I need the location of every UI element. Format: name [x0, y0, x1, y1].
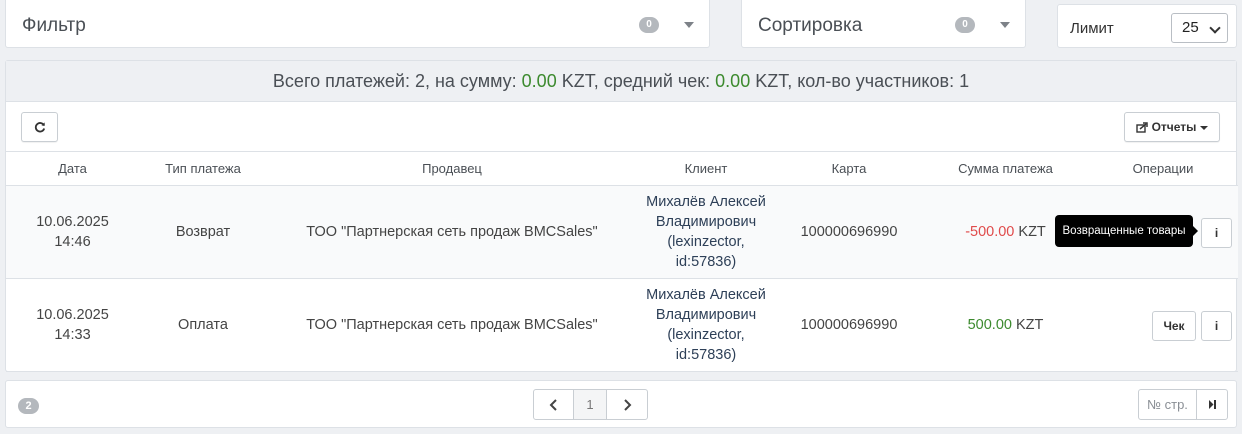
filter-panel[interactable]: Фильтр 0	[5, 0, 710, 48]
client-name: Владимирович	[655, 306, 757, 323]
cell-amount: 500.00 KZT	[923, 278, 1088, 372]
cell-date: 10.06.2025 14:33	[6, 278, 139, 372]
reports-label: Отчеты	[1151, 120, 1197, 134]
cell-client[interactable]: Михалёв Алексей Владимирович (lexinzector,…	[637, 185, 775, 279]
pager: 1	[533, 389, 648, 420]
returned-goods-tooltip: Возвращенные товары	[1055, 215, 1198, 247]
chevron-down-icon[interactable]	[684, 22, 694, 28]
column-header-seller[interactable]: Продавец	[267, 152, 637, 186]
limit-value: 25	[1182, 19, 1199, 36]
table-header-row: Дата Тип платежа Продавец Клиент Карта С…	[6, 152, 1238, 186]
column-header-operations: Операции	[1088, 152, 1238, 186]
caret-down-icon	[1199, 125, 1208, 130]
limit-select[interactable]: 25	[1171, 13, 1228, 43]
last-page-icon	[1209, 400, 1216, 409]
info-icon: i	[1214, 318, 1219, 333]
tooltip-arrow	[1193, 226, 1198, 236]
client-id: id:57836)	[675, 253, 737, 270]
cell-type: Оплата	[139, 278, 267, 372]
check-button[interactable]: Чек	[1152, 310, 1196, 341]
payments-table: Дата Тип платежа Продавец Клиент Карта С…	[6, 152, 1238, 372]
filter-title: Фильтр	[22, 15, 86, 36]
cell-seller: ТОО "Партнерская сеть продаж BMCSales"	[267, 278, 637, 372]
amount-value: -500.00	[965, 223, 1015, 240]
sort-title: Сортировка	[758, 15, 863, 36]
summary-text: KZT, средний чек:	[556, 71, 716, 91]
info-icon: i	[1214, 225, 1219, 240]
toolbar: Отчеты	[6, 102, 1236, 152]
cell-client[interactable]: Михалёв Алексей Владимирович (lexinzector,…	[637, 278, 775, 372]
date-text: 10.06.2025	[36, 213, 109, 230]
share-icon	[1136, 122, 1148, 134]
cell-type: Возврат	[139, 185, 267, 279]
filter-count-badge: 0	[639, 17, 659, 33]
limit-label: Лимит	[1070, 20, 1114, 37]
amount-currency: KZT	[1018, 223, 1046, 240]
summary-text: Всего платежей: 2, на сумму:	[272, 71, 522, 91]
client-login: (lexinzector,	[667, 326, 745, 343]
sort-panel[interactable]: Сортировка 0	[741, 0, 1026, 48]
page-jump-input[interactable]: № стр.	[1139, 390, 1197, 419]
chevron-left-icon	[549, 398, 557, 411]
refresh-button[interactable]	[21, 112, 58, 142]
sort-count-badge: 0	[955, 17, 975, 33]
refresh-icon	[34, 122, 45, 133]
last-page-button[interactable]	[1197, 390, 1227, 419]
reports-button[interactable]: Отчеты	[1124, 112, 1220, 142]
date-text: 10.06.2025	[36, 306, 109, 323]
cell-operations: Чек i	[1088, 278, 1238, 372]
amount-currency: KZT	[1016, 316, 1044, 333]
limit-panel: Лимит 25	[1057, 4, 1237, 48]
client-id: id:57836)	[675, 346, 737, 363]
column-header-client[interactable]: Клиент	[637, 152, 775, 186]
column-header-type[interactable]: Тип платежа	[139, 152, 267, 186]
pagination-bar: 2 1 № стр.	[5, 380, 1237, 428]
page-number-button[interactable]: 1	[574, 390, 607, 419]
chevron-down-icon[interactable]	[1000, 22, 1010, 28]
amount-value: 500.00	[967, 316, 1012, 333]
cell-seller: ТОО "Партнерская сеть продаж BMCSales"	[267, 185, 637, 279]
cell-card: 100000696990	[775, 278, 923, 372]
prev-page-button[interactable]	[534, 390, 574, 419]
column-header-date[interactable]: Дата	[6, 152, 139, 186]
tooltip-text: Возвращенные товары	[1062, 225, 1186, 237]
client-name: Михалёв Алексей	[646, 286, 766, 303]
chevron-right-icon	[624, 398, 632, 411]
client-name: Владимирович	[655, 213, 757, 230]
info-button[interactable]: i	[1201, 310, 1232, 341]
summary-avg-check: 0.00	[715, 71, 751, 91]
table-row: 10.06.2025 14:46 Возврат ТОО "Партнерская…	[6, 185, 1238, 279]
client-name: Михалёв Алексей	[646, 193, 766, 210]
cell-card: 100000696990	[775, 185, 923, 279]
cell-date: 10.06.2025 14:46	[6, 185, 139, 279]
total-count-badge: 2	[18, 398, 39, 414]
summary-text: KZT, кол-во участников: 1	[750, 71, 970, 91]
column-header-amount[interactable]: Сумма платежа	[923, 152, 1088, 186]
chevron-down-icon	[1209, 22, 1221, 34]
payments-summary: Всего платежей: 2, на сумму: 0.00 KZT, с…	[6, 61, 1236, 102]
info-button[interactable]: i	[1201, 217, 1232, 248]
payments-panel: Всего платежей: 2, на сумму: 0.00 KZT, с…	[5, 60, 1238, 372]
table-row: 10.06.2025 14:33 Оплата ТОО "Партнерская …	[6, 278, 1238, 372]
next-page-button[interactable]	[607, 390, 647, 419]
summary-total-amount: 0.00	[521, 71, 557, 91]
column-header-card[interactable]: Карта	[775, 152, 923, 186]
time-text: 14:33	[54, 326, 91, 343]
time-text: 14:46	[54, 233, 91, 250]
client-login: (lexinzector,	[667, 233, 745, 250]
page-jump: № стр.	[1138, 389, 1228, 420]
